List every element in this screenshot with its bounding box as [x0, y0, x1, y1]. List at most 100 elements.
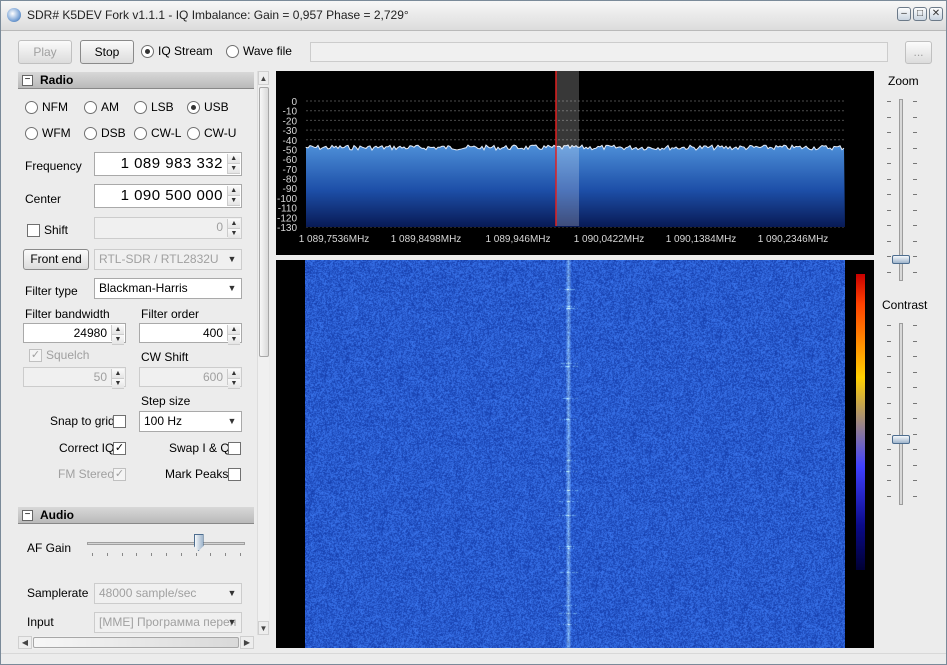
spectrum-analyzer[interactable]: 0 -10 -20 -30 -40 -50 -60 -70 -80 -90 -100 -110 -120… — [276, 71, 874, 255]
slider-tick — [195, 553, 197, 556]
audio-panel-header[interactable]: − Audio — [18, 507, 254, 524]
scroll-up-icon[interactable]: ▲ — [258, 71, 269, 85]
input-select[interactable]: [MME] Программа перен ▼ — [94, 612, 242, 633]
filter-bandwidth-label: Filter bandwidth — [25, 307, 110, 321]
squelch-input[interactable]: 50 ▲ ▼ — [23, 367, 126, 389]
frequency-value: 1 089 983 332 — [120, 155, 223, 172]
correct-iq-checkbox[interactable]: ✓ — [113, 442, 126, 455]
zoom-thumb[interactable] — [892, 254, 910, 264]
play-button[interactable]: Play — [18, 40, 72, 64]
squelch-label: Squelch — [46, 348, 90, 362]
swap-iq-checkbox[interactable] — [228, 442, 241, 455]
mode-label: NFM — [42, 100, 68, 114]
mode-radio-wfm[interactable]: WFM — [25, 126, 71, 140]
frequency-input[interactable]: 1 089 983 332 ▲ ▼ — [94, 152, 242, 176]
front-end-select[interactable]: RTL-SDR / RTL2832U ▼ — [94, 249, 242, 270]
radio-dot-icon — [226, 44, 239, 58]
stop-button[interactable]: Stop — [80, 40, 134, 64]
radio-panel-header[interactable]: − Radio — [18, 72, 254, 89]
slider-tick — [887, 371, 891, 373]
mode-label: LSB — [151, 100, 174, 114]
cw-shift-input[interactable]: 600 ▲ ▼ — [139, 367, 242, 389]
mode-radio-am[interactable]: AM — [84, 100, 119, 114]
cw-shift-value: 600 — [202, 370, 223, 384]
filter-type-select[interactable]: Blackman-Harris ▼ — [94, 278, 242, 299]
front-end-value: RTL-SDR / RTL2832U — [99, 252, 219, 266]
cw-shift-spinner[interactable]: ▲ ▼ — [227, 369, 240, 389]
mark-peaks-checkbox[interactable] — [228, 468, 241, 481]
left-panel-hscrollbar[interactable]: ◀ ▶ — [18, 636, 254, 649]
frequency-spinner[interactable]: ▲ ▼ — [227, 154, 240, 174]
scroll-thumb[interactable] — [33, 637, 239, 648]
slider-tick — [887, 256, 891, 257]
filter-order-input[interactable]: 400 ▲ ▼ — [139, 323, 242, 345]
iq-stream-radio[interactable]: IQ Stream — [141, 44, 213, 58]
scroll-thumb[interactable] — [259, 87, 269, 357]
slider-tick — [887, 101, 891, 102]
fm-stereo-checkbox[interactable]: ✓ — [113, 468, 126, 481]
app-icon — [7, 8, 21, 22]
title-bar[interactable]: SDR# K5DEV Fork v1.1.1 - IQ Imbalance: G… — [1, 1, 946, 31]
contrast-slider[interactable] — [885, 319, 919, 509]
squelch-spinner[interactable]: ▲ ▼ — [111, 369, 124, 389]
slider-tick — [913, 225, 917, 226]
radio-dot-icon — [141, 44, 154, 58]
af-gain-thumb[interactable] — [193, 534, 204, 551]
browse-button[interactable]: ... — [905, 41, 932, 64]
filter-bandwidth-input[interactable]: 24980 ▲ ▼ — [23, 323, 126, 345]
collapse-icon[interactable]: − — [22, 75, 33, 86]
close-icon[interactable]: ✕ — [929, 7, 943, 21]
mode-radio-nfm[interactable]: NFM — [25, 100, 68, 114]
center-input[interactable]: 1 090 500 000 ▲ ▼ — [94, 184, 242, 208]
slider-tick — [913, 387, 917, 388]
input-label: Input — [27, 615, 54, 629]
collapse-icon[interactable]: − — [22, 510, 33, 521]
shift-input[interactable]: 0 ▲ ▼ — [94, 217, 242, 239]
samplerate-label: Samplerate — [27, 586, 89, 600]
scroll-left-icon[interactable]: ◀ — [18, 636, 32, 649]
front-end-button[interactable]: Front end — [23, 249, 89, 270]
filter-bandwidth-overlay[interactable] — [556, 71, 579, 226]
left-panel-vscrollbar[interactable]: ▲ ▼ — [257, 71, 269, 635]
shift-spinner[interactable]: ▲ ▼ — [227, 219, 240, 239]
af-gain-slider[interactable] — [87, 534, 245, 560]
filter-order-spinner[interactable]: ▲ ▼ — [227, 325, 240, 345]
slider-tick — [913, 256, 917, 257]
slider-tick — [887, 271, 891, 273]
frequency-tick-label: 1 089,8498MHz — [391, 234, 462, 245]
zoom-slider[interactable] — [885, 95, 919, 285]
swap-iq-label: Swap I & Q — [169, 441, 230, 455]
mode-label: CW-L — [151, 126, 182, 140]
shift-checkbox[interactable]: Shift — [27, 223, 68, 237]
mode-radio-usb[interactable]: USB — [187, 100, 229, 114]
slider-tick — [180, 553, 182, 556]
step-size-select[interactable]: 100 Hz ▼ — [139, 411, 242, 432]
slider-tick — [887, 480, 891, 481]
scroll-right-icon[interactable]: ▶ — [240, 636, 254, 649]
filter-bandwidth-spinner[interactable]: ▲ ▼ — [111, 325, 124, 345]
wave-file-path-input[interactable] — [310, 42, 888, 62]
wave-file-radio[interactable]: Wave file — [226, 44, 292, 58]
snap-to-grid-checkbox[interactable] — [113, 415, 126, 428]
mode-radio-lsb[interactable]: LSB — [134, 100, 174, 114]
scroll-down-icon[interactable]: ▼ — [258, 621, 269, 635]
maximize-icon[interactable]: □ — [913, 7, 927, 21]
mode-radio-cw-l[interactable]: CW-L — [134, 126, 181, 140]
minimize-icon[interactable]: – — [897, 7, 911, 21]
contrast-thumb[interactable] — [892, 435, 910, 445]
center-spinner[interactable]: ▲ ▼ — [227, 186, 240, 206]
slider-tick — [887, 132, 891, 133]
squelch-checkbox[interactable]: ✓ Squelch — [29, 348, 89, 362]
slider-tick — [913, 449, 917, 450]
slider-tick — [913, 116, 917, 118]
mode-radio-cw-u[interactable]: CW-U — [187, 126, 236, 140]
slider-tick — [913, 371, 917, 373]
contrast-track — [899, 323, 903, 505]
waterfall-display[interactable] — [276, 260, 874, 648]
slider-tick — [887, 209, 891, 211]
slider-tick — [92, 553, 93, 556]
spectrum-plot[interactable]: 0-10-20-30-40-50-60-70-80-90-100-110-120… — [276, 71, 874, 255]
mode-radio-dsb[interactable]: DSB — [84, 126, 126, 140]
slider-tick — [887, 325, 891, 326]
samplerate-select[interactable]: 48000 sample/sec ▼ — [94, 583, 242, 604]
